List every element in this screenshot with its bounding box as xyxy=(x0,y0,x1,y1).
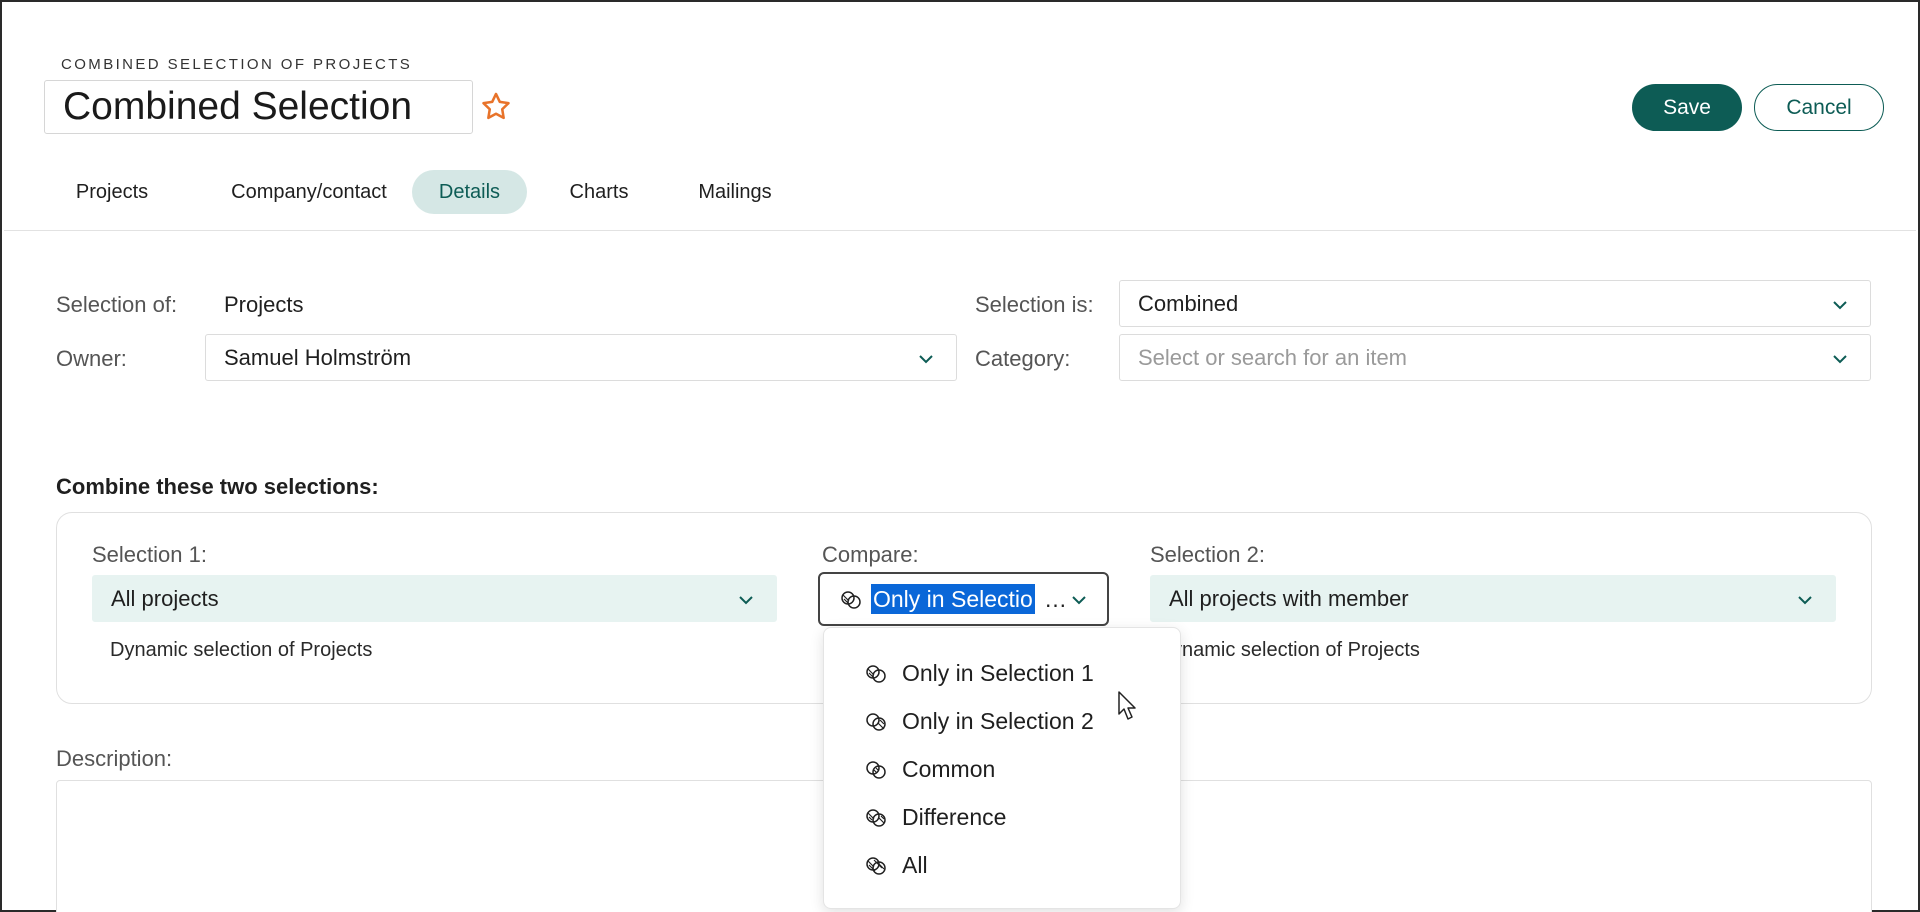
compare-option-difference[interactable]: Difference xyxy=(824,798,1180,838)
compare-option-common[interactable]: Common xyxy=(824,750,1180,790)
selection-of-value: Projects xyxy=(224,292,304,317)
compare-dropdown: Only in Selection 1 Only in Selection 2 … xyxy=(823,627,1181,909)
compare-value: Only in Selectio xyxy=(871,584,1035,614)
venn-left-icon xyxy=(841,591,861,609)
selection1-label: Selection 1: xyxy=(92,542,207,567)
app-window: COMBINED SELECTION OF PROJECTS Combined … xyxy=(0,0,1920,912)
tab-company-contact[interactable]: Company/contact xyxy=(204,170,414,214)
chevron-down-icon xyxy=(1072,596,1086,605)
combine-title: Combine these two selections: xyxy=(56,474,379,499)
option-label: Only in Selection 1 xyxy=(902,660,1094,686)
compare-label: Compare: xyxy=(822,542,919,567)
cancel-button[interactable]: Cancel xyxy=(1754,84,1884,131)
selection2-note: ynamic selection of Projects xyxy=(1172,639,1420,661)
selection-is-value: Combined xyxy=(1138,290,1239,316)
option-label: Only in Selection 2 xyxy=(902,708,1094,734)
star-icon[interactable] xyxy=(479,90,513,124)
tab-charts[interactable]: Charts xyxy=(552,170,646,214)
tab-mailings[interactable]: Mailings xyxy=(678,170,792,214)
selection2-value: All projects with member xyxy=(1169,585,1409,611)
description-label: Description: xyxy=(56,746,173,771)
owner-select[interactable]: Samuel Holmström xyxy=(205,334,957,381)
venn-right-icon xyxy=(866,713,886,731)
category-label: Category: xyxy=(975,346,1071,371)
tab-details[interactable]: Details xyxy=(412,170,527,214)
selection-is-label: Selection is: xyxy=(975,292,1094,317)
compare-option-all[interactable]: All xyxy=(824,846,1180,886)
venn-difference-icon xyxy=(866,809,886,827)
venn-left-icon xyxy=(866,665,886,683)
selection2-select[interactable]: All projects with member xyxy=(1150,575,1836,622)
category-select[interactable]: Select or search for an item xyxy=(1119,334,1871,381)
selection1-select[interactable]: All projects xyxy=(92,575,777,622)
option-label: Common xyxy=(902,756,996,782)
page-eyebrow: COMBINED SELECTION OF PROJECTS xyxy=(61,56,413,73)
compare-option-only-selection-1[interactable]: Only in Selection 1 xyxy=(824,654,1180,694)
selection-is-select[interactable]: Combined xyxy=(1119,280,1871,327)
option-label: All xyxy=(902,852,928,878)
save-button[interactable]: Save xyxy=(1632,84,1742,131)
selection1-value: All projects xyxy=(111,585,219,611)
chevron-down-icon xyxy=(919,355,933,364)
owner-label: Owner: xyxy=(56,346,127,371)
chevron-down-icon xyxy=(1833,355,1847,364)
option-label: Difference xyxy=(902,804,1007,830)
chevron-down-icon xyxy=(1833,301,1847,310)
owner-value: Samuel Holmström xyxy=(224,344,412,370)
chevron-down-icon xyxy=(739,596,753,605)
chevron-down-icon xyxy=(1798,596,1812,605)
category-placeholder: Select or search for an item xyxy=(1138,344,1408,370)
tab-projects[interactable]: Projects xyxy=(62,170,162,214)
compare-ellipsis: … xyxy=(1044,586,1067,612)
venn-intersection-icon xyxy=(866,761,886,779)
compare-select[interactable]: Only in Selectio … xyxy=(818,572,1109,626)
selection2-label: Selection 2: xyxy=(1150,542,1265,567)
header-divider xyxy=(4,230,1916,231)
title-input[interactable]: Combined Selection xyxy=(44,80,473,134)
venn-union-icon xyxy=(866,857,886,875)
selection1-note: Dynamic selection of Projects xyxy=(110,639,373,661)
selection-of-label: Selection of: xyxy=(56,292,178,317)
mouse-cursor-icon xyxy=(1118,691,1136,720)
